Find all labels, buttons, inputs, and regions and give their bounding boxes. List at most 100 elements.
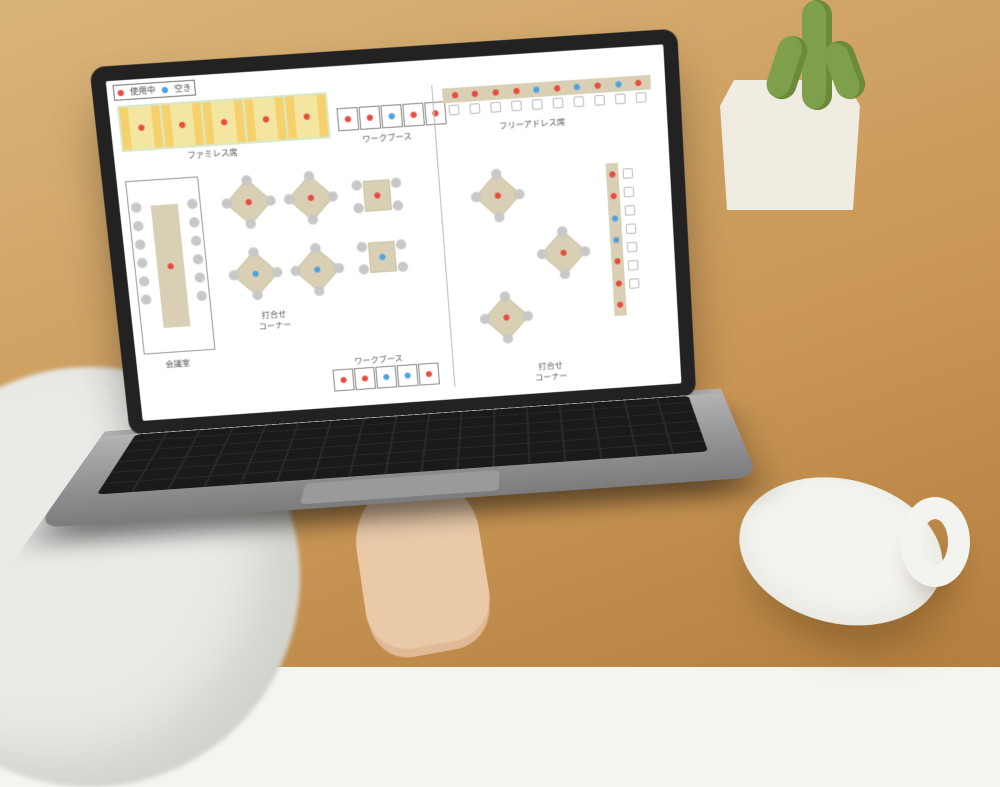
meeting-room-status-icon (167, 263, 174, 270)
occupied-dot-icon (503, 314, 510, 320)
free-address-chair[interactable] (448, 104, 459, 115)
meeting-table[interactable] (221, 176, 276, 229)
meeting-table-chair (265, 195, 276, 206)
occupied-dot-icon (472, 90, 479, 97)
meeting-table-rect[interactable] (356, 235, 409, 279)
occupied-dot-icon (617, 302, 623, 308)
famires-booth[interactable] (119, 105, 163, 150)
vacant-dot-icon (314, 266, 321, 273)
meeting-room-chair (135, 239, 146, 250)
occupied-dot-icon (262, 116, 269, 123)
free-address-chair[interactable] (636, 92, 647, 103)
meeting-room-chair (187, 198, 198, 209)
free-address-chair[interactable] (553, 97, 564, 108)
famires-label: ファミレス席 (187, 147, 238, 162)
free-address-chair[interactable] (594, 95, 605, 106)
occupied-dot-icon (138, 124, 145, 131)
occupied-dot-icon (366, 114, 373, 121)
meeting-table-chair (397, 261, 408, 272)
wall-divider (431, 85, 455, 387)
meeting-table-rect[interactable] (351, 173, 404, 218)
occupied-dot-icon (374, 192, 381, 199)
occupied-dot-icon (362, 375, 369, 381)
vacant-dot-icon (404, 372, 411, 378)
work-booth-seat[interactable] (418, 362, 440, 385)
meeting-table[interactable] (228, 248, 282, 300)
plant-pot (720, 80, 860, 210)
free-address-chair[interactable] (490, 102, 501, 113)
meeting-table-chair (494, 212, 505, 223)
meeting-table-chair (358, 264, 369, 275)
work-booth-seat[interactable] (402, 103, 425, 127)
free-address-chair[interactable] (615, 93, 626, 104)
meeting-room-chair (136, 258, 147, 269)
meeting-table[interactable] (480, 292, 532, 344)
work-booth-seat[interactable] (336, 107, 359, 131)
famires-booth[interactable] (285, 94, 328, 139)
famires-booth[interactable] (244, 97, 287, 142)
meeting-table-chair (514, 189, 525, 200)
counter-chair[interactable] (627, 242, 638, 253)
counter-chair[interactable] (628, 260, 639, 271)
vacant-dot-icon (574, 84, 581, 91)
vacant-dot-icon (533, 86, 540, 93)
mug-handle (900, 497, 970, 587)
meeting-table-chair (314, 285, 325, 296)
meeting-table-chair (522, 311, 533, 322)
work-booth-seat[interactable] (354, 367, 376, 390)
meeting-table[interactable] (284, 171, 338, 224)
meeting-table-chair (351, 180, 362, 191)
work-booth-seat[interactable] (397, 364, 419, 387)
famires-booth[interactable] (161, 103, 205, 148)
famires-booth[interactable] (202, 100, 245, 145)
free-address-chair[interactable] (511, 100, 522, 111)
occupied-dot-icon (616, 280, 622, 286)
meeting-corner-left-label: 打合せ コーナー (257, 308, 292, 332)
counter-vertical-chairs (622, 168, 639, 289)
legend-occupied-label: 使用中 (130, 84, 156, 97)
meeting-table-chair (307, 214, 318, 225)
counter-chair[interactable] (625, 205, 636, 216)
floor-map-app[interactable]: 使用中 空き ファミレス席 ワークブース フリーアドレス席 (106, 44, 682, 421)
meeting-table-chair (392, 200, 403, 211)
vacant-dot-icon (252, 271, 259, 278)
work-booth-seat[interactable] (332, 368, 354, 391)
occupied-dot-icon (610, 193, 617, 200)
meeting-corner-right (106, 44, 664, 81)
meeting-table[interactable] (471, 169, 524, 222)
meeting-table-chair (390, 177, 401, 188)
meeting-table-chair (503, 333, 514, 344)
meeting-room-chair (133, 221, 144, 232)
meeting-room[interactable] (125, 176, 215, 354)
free-address-chair[interactable] (469, 103, 480, 114)
occupied-dot-icon (494, 192, 501, 199)
occupied-dot-icon (308, 195, 315, 202)
occupied-dot-icon (451, 92, 458, 99)
vacant-dot-icon (615, 81, 622, 88)
counter-chair[interactable] (626, 223, 637, 234)
meeting-table-chair (356, 242, 367, 253)
work-booth-seat[interactable] (375, 365, 397, 388)
work-booth-seat[interactable] (380, 104, 403, 128)
free-address-chair[interactable] (573, 96, 584, 107)
legend-vacant-label: 空き (174, 82, 192, 95)
meeting-room-chair (130, 202, 142, 213)
occupied-dot-icon (609, 171, 616, 178)
meeting-table[interactable] (537, 227, 589, 279)
occupied-dot-icon (340, 377, 347, 383)
meeting-table-chair (580, 246, 591, 257)
counter-chair[interactable] (623, 186, 634, 197)
work-booth-seat[interactable] (358, 105, 381, 129)
free-address-chair[interactable] (532, 99, 543, 110)
workbooth-bottom (332, 362, 439, 391)
vacant-dot-icon (379, 254, 386, 261)
occupied-dot-icon (117, 89, 124, 96)
meeting-table-chair (327, 191, 338, 202)
occupied-dot-icon (179, 122, 186, 129)
meeting-table-chair (353, 203, 364, 214)
meeting-table[interactable] (290, 243, 344, 295)
counter-chair[interactable] (622, 168, 633, 179)
laptop: 使用中 空き ファミレス席 ワークブース フリーアドレス席 (127, 51, 746, 645)
meeting-table-chair (245, 218, 256, 229)
counter-chair[interactable] (629, 278, 640, 289)
